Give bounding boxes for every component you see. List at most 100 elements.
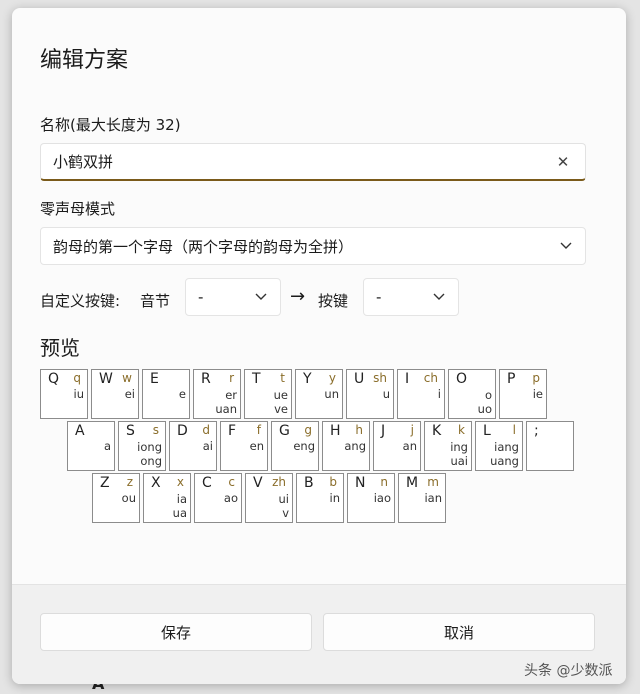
key-initial: d [202,423,210,437]
key-finals: iu [44,387,84,401]
key-initial: g [304,423,312,437]
key-select[interactable]: - [363,278,459,316]
key-u: Ush u [346,369,394,419]
keyboard-row-1: Qq iu Ww ei Ee Rr er uan Tt ue ve Yy un Ush u Ich i Oo uo P… [40,369,547,419]
key-letter: S [126,423,135,439]
save-button[interactable]: 保存 [40,613,312,651]
close-icon[interactable]: ✕ [553,153,573,171]
key-finals: ia ua [147,492,187,520]
name-input-value: 小鹤双拼 [53,153,114,171]
key-q: Qq iu [40,369,88,419]
key-finals: iong ong [122,440,162,468]
key-letter: E [150,371,159,387]
key-final: v [282,506,289,520]
key-final: uang [490,454,519,468]
key-r: Rr er uan [193,369,241,419]
key-final: iang [494,440,519,454]
key-w: Ww ei [91,369,139,419]
key-s: Ss iong ong [118,421,166,471]
key-letter: P [507,371,516,387]
key-finals: ao [198,491,238,505]
key-l: Ll iang uang [475,421,523,471]
key-initial: c [228,475,235,489]
key-final: ong [140,454,162,468]
key-final: ie [532,387,543,401]
key-f: Ff en [220,421,268,471]
key-d: Dd ai [169,421,217,471]
key-finals: i [401,387,441,401]
key-initial: l [512,423,516,437]
key-letter: D [177,423,188,439]
zero-initial-label: 零声母模式 [40,200,116,218]
syllable-label: 音节 [140,292,171,310]
key-letter: H [330,423,341,439]
key-c: Cc ao [194,473,242,523]
key-letter: C [202,475,212,491]
key-label: 按键 [318,292,349,310]
key-final: u [382,387,390,401]
key-finals: ian [402,491,442,505]
key-a: Aa [67,421,115,471]
key-b: Bb in [296,473,344,523]
key-final: ing [450,440,468,454]
keyboard-row-2: Aa Ss iong ong Dd ai Ff en Gg eng Hh ang Jj an Kk ing ua… [67,421,574,471]
key-z: Zz ou [92,473,140,523]
key-finals: ing uai [428,440,468,468]
key-value: - [376,288,382,306]
keyboard-row-3: Zz ou Xx ia ua Cc ao Vzh ui v Bb in Nn iao Mm ian [92,473,446,523]
key-finals: ue ve [248,388,288,416]
key-finals: e [146,387,186,401]
key-e: Ee [142,369,190,419]
cancel-button[interactable]: 取消 [323,613,595,651]
key-initial: j [410,423,414,437]
key-final: eng [293,439,315,453]
key-final: iong [137,440,162,454]
key-initial: n [380,475,388,489]
key-letter: V [253,475,263,491]
key-finals: ei [95,387,135,401]
key-letter: X [151,475,161,491]
key-final: ai [202,439,213,453]
key-initial: r [229,371,234,385]
key-initial: ch [423,371,438,385]
key-letter: U [354,371,365,387]
key-final: a [103,439,111,453]
key-g: Gg eng [271,421,319,471]
key-initial: s [152,423,159,437]
key-j: Jj an [373,421,421,471]
key-final: uan [215,402,237,416]
key-final: ua [172,506,187,520]
chevron-down-icon [432,290,446,304]
syllable-select[interactable]: - [185,278,281,316]
key-final: iao [373,491,391,505]
key-finals: u [350,387,390,401]
key-final: ui [278,492,289,506]
key-finals: ie [503,387,543,401]
key-t: Tt ue ve [244,369,292,419]
key-letter: Y [303,371,312,387]
zero-initial-select[interactable]: 韵母的第一个字母（两个字母的韵母为全拼） [40,227,586,265]
preview-label: 预览 [40,336,80,360]
custom-key-label: 自定义按键: [40,292,121,310]
key-letter: L [483,423,491,439]
key-initial: x [176,475,184,489]
key-letter: O [456,371,468,387]
key-letter: ; [534,423,539,439]
key-final: un [324,387,339,401]
key-finals: iao [351,491,391,505]
key-i: Ich i [397,369,445,419]
key-m: Mm ian [398,473,446,523]
key-final: e [178,387,186,401]
key-y: Yy un [295,369,343,419]
name-input[interactable]: 小鹤双拼 ✕ [40,143,586,181]
key-k: Kk ing uai [424,421,472,471]
key-final: ue [273,388,288,402]
key-final: ian [424,491,442,505]
key-letter: M [406,475,419,491]
key-finals: eng [275,439,315,453]
key-final: en [249,439,264,453]
key-final: ao [223,491,238,505]
key-final: er [225,388,237,402]
key-initial: f [256,423,261,437]
key-letter: G [279,423,290,439]
